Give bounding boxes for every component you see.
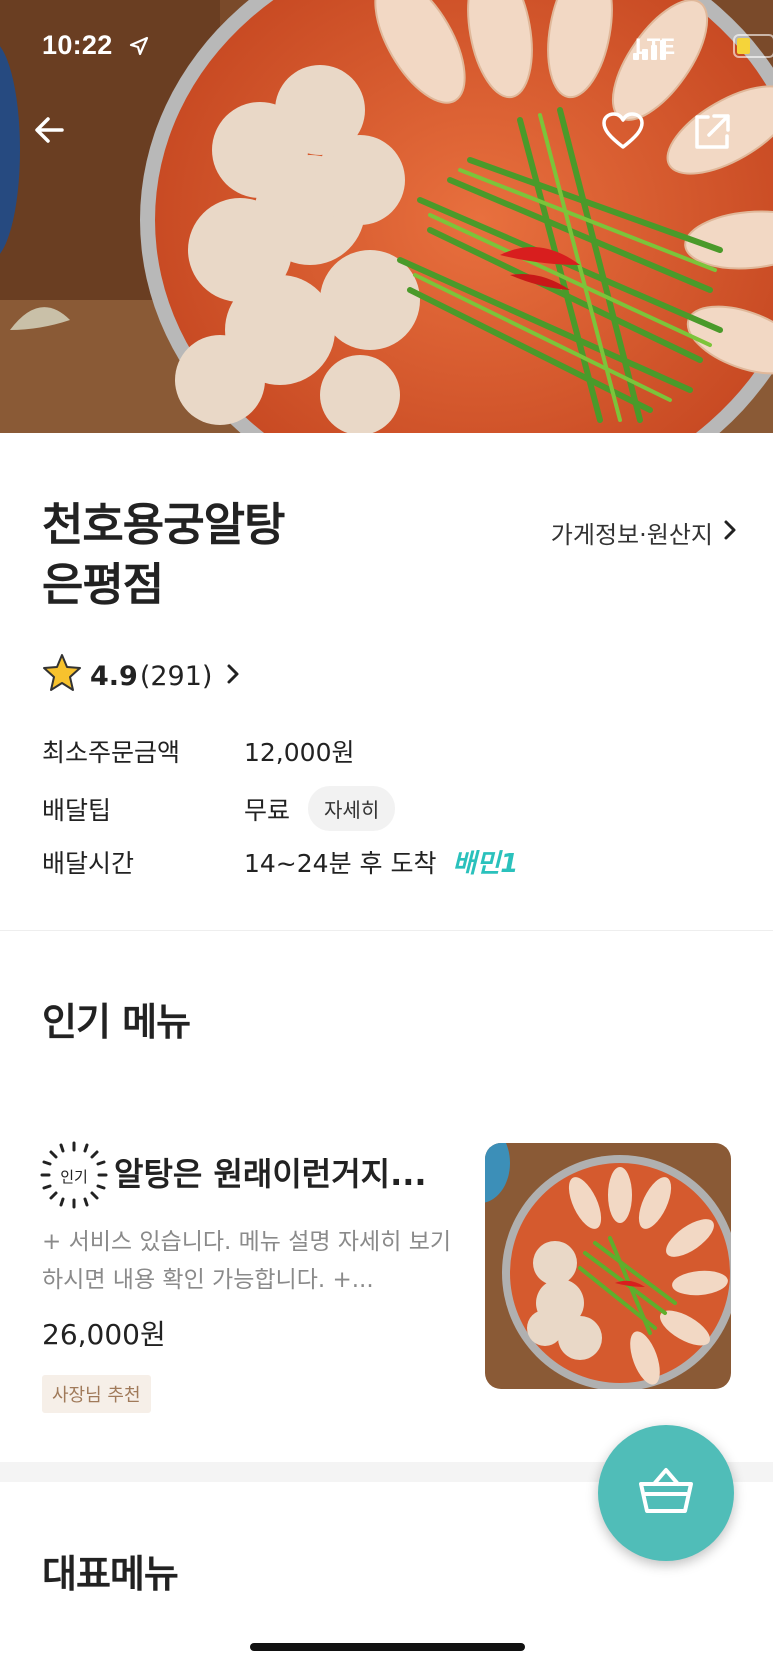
status-bar: 10:22 LTE [42, 26, 773, 70]
star-icon [42, 653, 82, 700]
delivery-tip-row: 배달팁 무료 자세히 [42, 786, 396, 831]
rating-score: 4.9 [90, 661, 138, 692]
popular-menu-title: 인기 메뉴 [42, 1000, 191, 1044]
owner-recommend-tag: 사장님 추천 [42, 1375, 151, 1413]
status-time: 10:22 [42, 30, 113, 60]
rating-count: (291) [139, 661, 213, 692]
min-order-value: 12,000원 [244, 738, 355, 767]
store-name-line1: 천호용궁알탕 [42, 498, 285, 551]
menu-item-illustration [485, 1143, 731, 1389]
store-info-link[interactable]: 가게정보·원산지 [551, 515, 737, 550]
delivery-tip-value: 무료 [244, 795, 291, 825]
min-order-label: 최소주문금액 [42, 738, 181, 767]
menu-item-description: + 서비스 있습니다. 메뉴 설명 자세히 보기 하시면 내용 확인 가능합니다… [42, 1229, 452, 1293]
network-type: LTE [635, 34, 675, 59]
delivery-time-value: 14~24분 후 도착 [244, 848, 437, 878]
menu-item-name[interactable]: 알탕은 원래이런거지... [114, 1149, 427, 1195]
delivery-time-label: 배달시간 [42, 848, 135, 878]
store-info-label: 가게정보·원산지 [550, 521, 713, 549]
favorite-button[interactable] [602, 112, 650, 160]
menu-item-price: 26,000원 [42, 1318, 166, 1351]
hero-food-image: 10:22 LTE [0, 0, 773, 433]
store-name: 천호용궁알탕 은평점 [42, 495, 285, 615]
delivery-tip-detail-button[interactable]: 자세히 [308, 786, 396, 831]
baemin1-badge: 배민1 [452, 843, 518, 880]
main-menu-title: 대표메뉴 [42, 1552, 179, 1596]
rating-row[interactable]: 4.9 (291) [42, 653, 240, 700]
min-order-row: 최소주문금액 12,000원 [42, 733, 354, 769]
chevron-right-icon [226, 661, 240, 692]
popular-badge: 인기 [40, 1141, 108, 1213]
delivery-tip-label: 배달팁 [42, 795, 112, 825]
back-button[interactable] [32, 112, 80, 160]
delivery-time-row: 배달시간 14~24분 후 도착 배민1 [42, 843, 518, 880]
store-name-line2: 은평점 [42, 558, 164, 611]
popular-badge-icon: 인기 [40, 1141, 108, 1209]
cart-button[interactable] [598, 1425, 734, 1561]
menu-item-image[interactable] [485, 1143, 731, 1389]
share-button[interactable] [692, 112, 740, 160]
home-indicator[interactable] [250, 1643, 525, 1651]
baemin1-badge-text: 배민1 [452, 849, 519, 879]
section-divider [0, 930, 773, 931]
cart-basket-icon [637, 1466, 695, 1520]
popular-badge-text: 인기 [60, 1168, 88, 1186]
chevron-right-icon [723, 519, 737, 547]
